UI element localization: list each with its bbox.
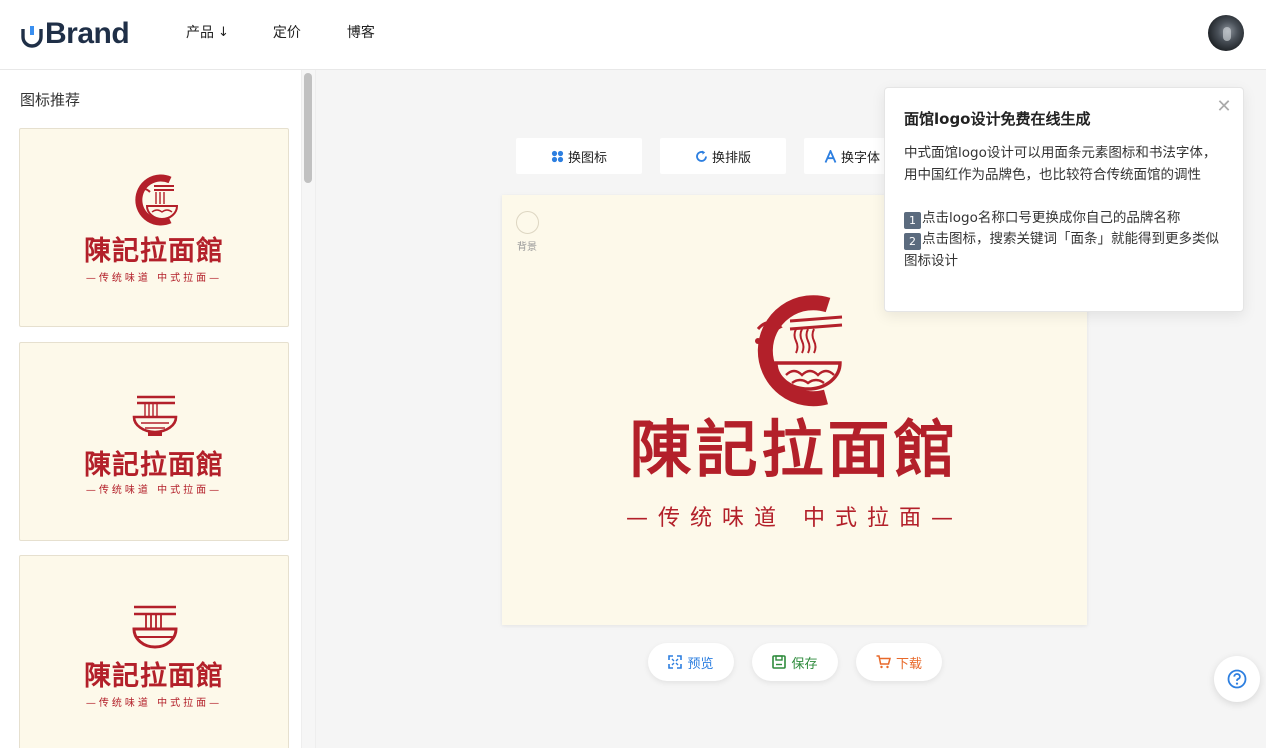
noodle-bowl-swirl-icon[interactable]: [742, 293, 847, 409]
arrow-down-icon: ↓: [218, 25, 229, 40]
tip-body: 中式面馆logo设计可以用面条元素图标和书法字体，用中国红作为品牌色，也比较符合…: [904, 143, 1224, 272]
background-color-swatch[interactable]: [516, 211, 539, 234]
tip-step-1-text: 点击logo名称口号更换成你自己的品牌名称: [922, 209, 1181, 226]
top-header: Brand 产品 ↓ 定价 博客: [0, 0, 1266, 70]
preview-label: 预览: [687, 656, 714, 672]
noodle-bowl-outline-icon: [132, 605, 178, 649]
save-label: 保存: [791, 656, 818, 672]
change-icon-label: 换图标: [567, 150, 607, 166]
tip-description: 中式面馆logo设计可以用面条元素图标和书法字体，用中国红作为品牌色，也比较符合…: [904, 145, 1217, 183]
recommend-card-3[interactable]: 陳記拉面館 —传统味道 中式拉面—: [19, 555, 289, 748]
refresh-icon: [696, 150, 707, 162]
change-icon-button[interactable]: 换图标: [516, 138, 642, 174]
font-a-icon: [824, 149, 837, 163]
sidebar-title: 图标推荐: [20, 91, 81, 109]
logo-slogan[interactable]: —传统味道 中式拉面—: [502, 500, 1087, 532]
card-slogan: —传统味道 中式拉面—: [85, 485, 223, 496]
nav-pricing[interactable]: 定价: [273, 22, 301, 44]
user-avatar[interactable]: [1208, 15, 1244, 51]
card-brand: 陳記拉面館: [84, 450, 224, 481]
save-icon: [772, 655, 787, 669]
card-brand: 陳記拉面館: [84, 661, 224, 692]
nav-products[interactable]: 产品 ↓: [186, 22, 229, 44]
tip-step-2: 2 点击图标，搜索关键词「面条」就能得到更多类似图标设计: [904, 229, 1224, 272]
tip-title: 面馆logo设计免费在线生成: [904, 110, 1091, 128]
change-layout-label: 换排版: [711, 150, 751, 166]
cart-icon: [876, 655, 891, 669]
tip-step-2-text: 点击图标，搜索关键词「面条」就能得到更多类似图标设计: [904, 231, 1219, 269]
card-brand: 陳記拉面館: [84, 236, 224, 267]
tip-step-1: 1 点击logo名称口号更换成你自己的品牌名称: [904, 208, 1224, 230]
expand-icon: [668, 655, 683, 669]
close-icon[interactable]: ✕: [1215, 98, 1233, 116]
logo-brand-name[interactable]: 陳記拉面館: [502, 415, 1087, 485]
noodle-bowl-swirl-icon: [135, 174, 179, 226]
download-button[interactable]: 下载: [856, 643, 942, 681]
icon-recommend-sidebar: 图标推荐 陳記拉面館 —传统味道 中式拉面— 陳記拉面館 —传统味道 中式拉面—: [0, 70, 316, 748]
recommend-card-1[interactable]: 陳記拉面館 —传统味道 中式拉面—: [19, 128, 289, 327]
nav-blog[interactable]: 博客: [347, 22, 375, 44]
number-2-icon: 2: [904, 233, 921, 250]
ubrand-u-icon: [20, 23, 44, 49]
question-circle-icon: [1227, 669, 1247, 689]
preview-button[interactable]: 预览: [648, 643, 734, 681]
ubrand-logo[interactable]: Brand: [20, 17, 130, 50]
recommend-card-2[interactable]: 陳記拉面館 —传统味道 中式拉面—: [19, 342, 289, 541]
tip-popup: ✕ 面馆logo设计免费在线生成 中式面馆logo设计可以用面条元素图标和书法字…: [884, 87, 1244, 312]
background-label: 背景: [517, 242, 537, 253]
nav-products-label: 产品: [186, 25, 214, 41]
card-slogan: —传统味道 中式拉面—: [85, 698, 223, 709]
dots-grid-icon: [551, 150, 564, 162]
change-layout-button[interactable]: 换排版: [660, 138, 786, 174]
download-label: 下载: [895, 656, 922, 672]
save-button[interactable]: 保存: [752, 643, 838, 681]
change-font-label: 换字体: [840, 150, 880, 166]
noodle-bowl-chopsticks-icon: [132, 395, 178, 436]
help-button[interactable]: [1214, 656, 1260, 702]
main-nav: 产品 ↓ 定价 博客: [186, 22, 375, 44]
logo-text: Brand: [45, 17, 130, 50]
card-slogan: —传统味道 中式拉面—: [85, 273, 223, 284]
sidebar-scroll-thumb[interactable]: [304, 73, 312, 183]
number-1-icon: 1: [904, 211, 921, 229]
